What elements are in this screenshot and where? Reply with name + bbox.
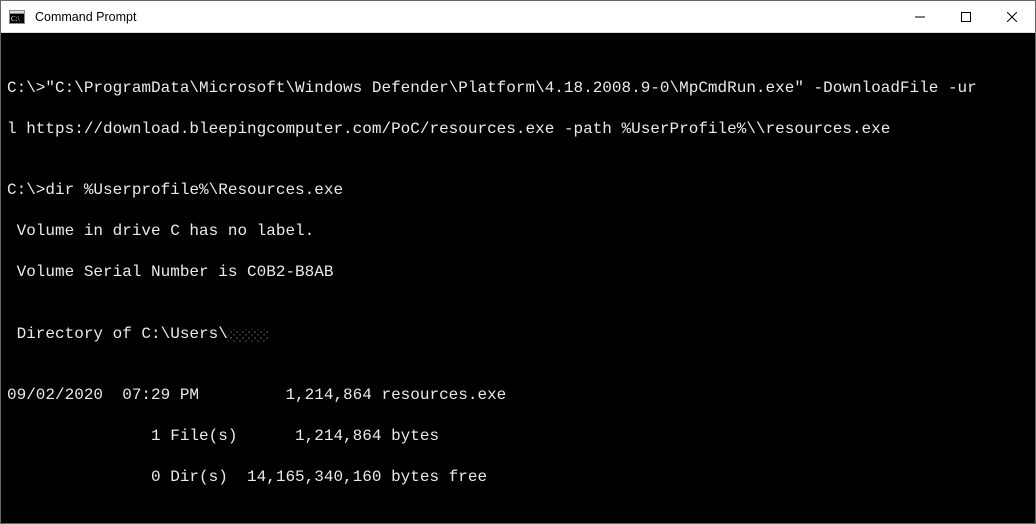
command-prompt-window: C:\ Command Prompt C:\>"C:\ProgramData\M…	[0, 0, 1036, 524]
maximize-button[interactable]	[943, 1, 989, 32]
output-line: Directory of C:\Users\	[7, 324, 1029, 344]
window-controls	[897, 1, 1035, 32]
output-line: 09/02/2020 07:29 PM 1,214,864 resources.…	[7, 385, 1029, 405]
close-button[interactable]	[989, 1, 1035, 32]
titlebar[interactable]: C:\ Command Prompt	[1, 1, 1035, 33]
output-line: Volume in drive C has no label.	[7, 221, 1029, 241]
window-title: Command Prompt	[33, 10, 897, 24]
output-line: 0 Dir(s) 14,165,340,160 bytes free	[7, 467, 1029, 487]
output-line: Volume Serial Number is C0B2-B8AB	[7, 262, 1029, 282]
directory-of-text: Directory of C:\Users\	[7, 325, 228, 343]
minimize-button[interactable]	[897, 1, 943, 32]
redacted-username	[228, 329, 268, 343]
output-line: l https://download.bleepingcomputer.com/…	[7, 119, 1029, 139]
cmd-icon: C:\	[9, 9, 25, 25]
output-line: C:\>"C:\ProgramData\Microsoft\Windows De…	[7, 78, 1029, 98]
terminal-output[interactable]: C:\>"C:\ProgramData\Microsoft\Windows De…	[1, 33, 1035, 523]
svg-text:C:\: C:\	[11, 15, 20, 23]
output-line: C:\>dir %Userprofile%\Resources.exe	[7, 180, 1029, 200]
output-line: 1 File(s) 1,214,864 bytes	[7, 426, 1029, 446]
